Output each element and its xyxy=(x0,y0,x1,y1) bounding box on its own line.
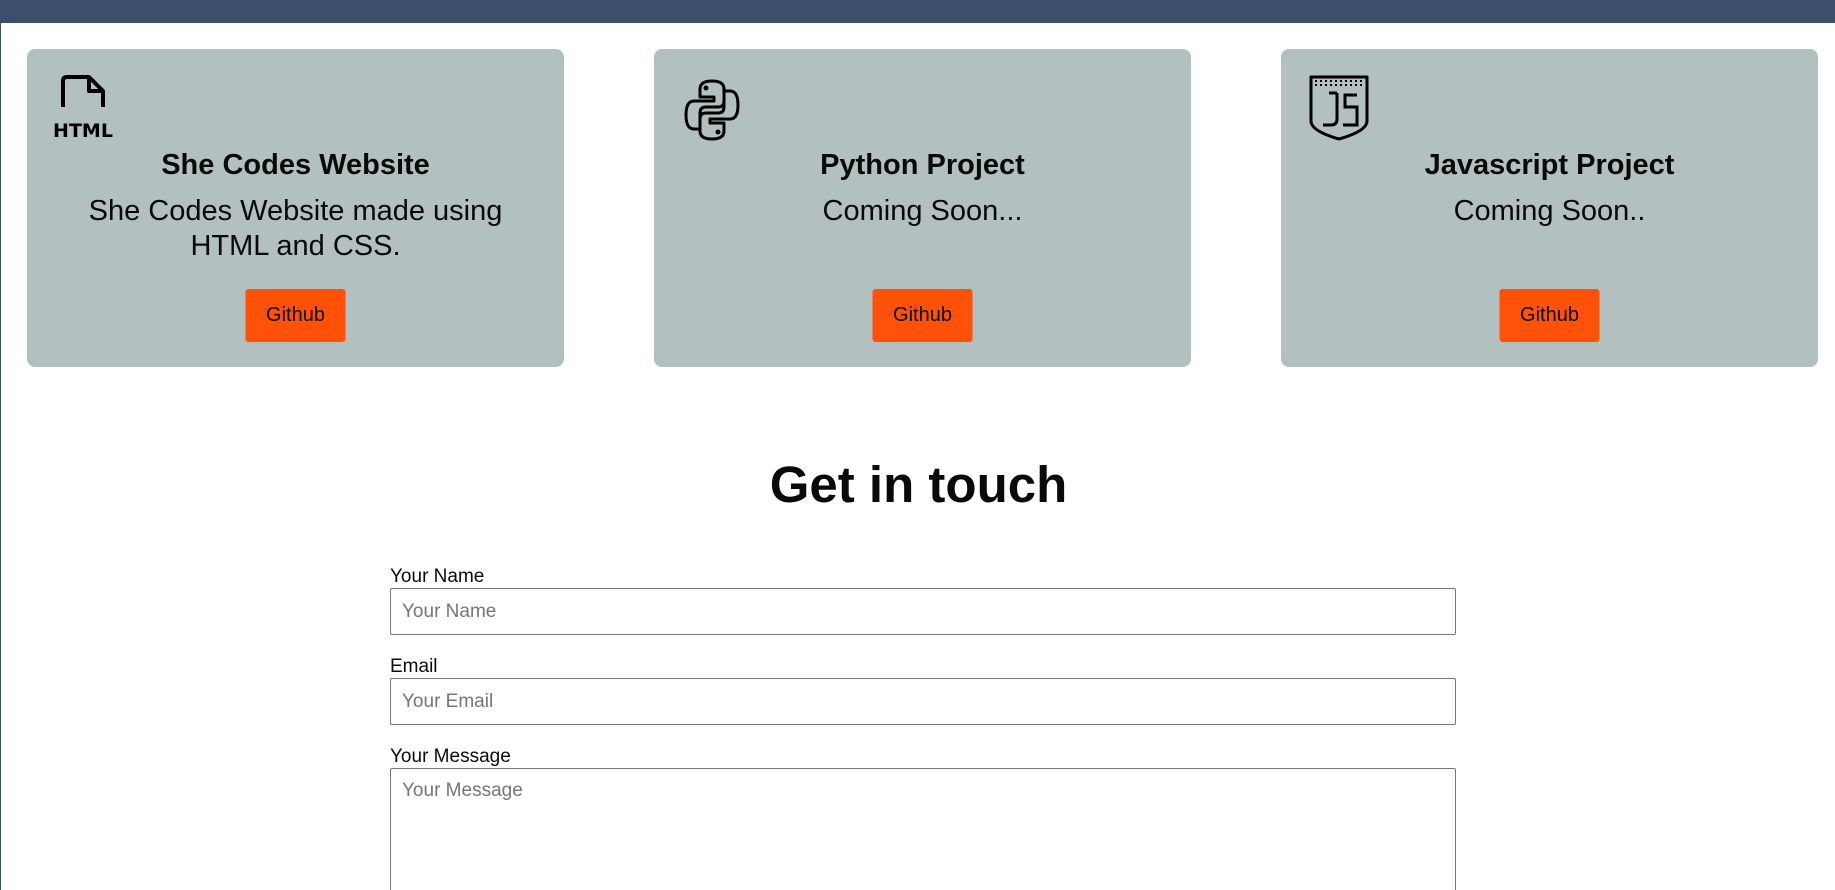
project-title: She Codes Website xyxy=(161,149,430,181)
project-description: She Codes Website made using HTML and CS… xyxy=(88,195,503,262)
project-title: Python Project xyxy=(820,149,1025,181)
github-button[interactable]: Github xyxy=(1499,289,1600,342)
top-navigation-bar xyxy=(1,0,1835,23)
project-card-python: Python Project Coming Soon... Github xyxy=(654,49,1191,367)
name-label: Your Name xyxy=(390,566,485,587)
email-label: Email xyxy=(390,656,438,677)
project-description: Coming Soon.. xyxy=(1453,195,1646,227)
message-textarea[interactable] xyxy=(390,768,1456,890)
page: HTML She Codes Website She Codes Website… xyxy=(0,0,1835,890)
contact-form: Your Name Email Your Message xyxy=(390,566,1456,890)
project-card-she-codes: HTML She Codes Website She Codes Website… xyxy=(27,49,564,367)
html-file-icon: HTML xyxy=(53,73,117,143)
python-icon xyxy=(680,73,744,143)
svg-text:HTML: HTML xyxy=(53,120,113,142)
project-card-javascript: Javascript Project Coming Soon.. Github xyxy=(1281,49,1818,367)
github-button[interactable]: Github xyxy=(245,289,346,342)
project-title: Javascript Project xyxy=(1424,149,1675,181)
email-input[interactable] xyxy=(390,678,1456,725)
project-description: Coming Soon... xyxy=(822,195,1023,227)
contact-section-title: Get in touch xyxy=(769,456,1068,513)
name-input[interactable] xyxy=(390,588,1456,635)
github-button[interactable]: Github xyxy=(872,289,973,342)
javascript-icon xyxy=(1307,73,1371,143)
message-label: Your Message xyxy=(390,746,511,767)
